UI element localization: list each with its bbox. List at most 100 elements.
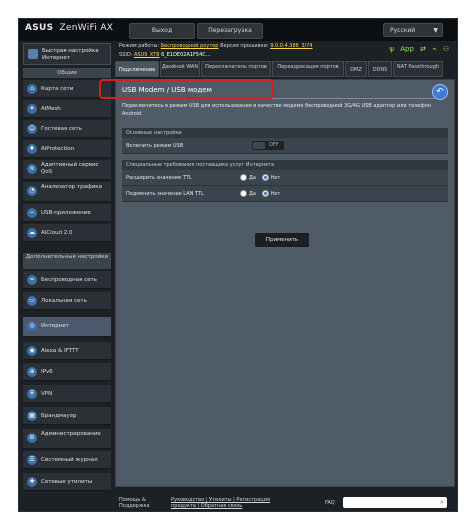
sidebar-item-label: AiProtection xyxy=(41,146,75,152)
yes-label: Да xyxy=(249,175,256,181)
ssid-link-1[interactable]: ASUS_XT8 xyxy=(134,52,160,58)
sidebar-item-administration[interactable]: ⚙ Администрирование xyxy=(23,429,111,449)
sidebar-item-aiprotection[interactable]: ♦ AiProtection xyxy=(23,140,111,158)
sidebar-item-network-map[interactable]: ⌂ Карта сети xyxy=(23,80,111,98)
sidebar-item-label: Интернет xyxy=(41,323,69,329)
sidebar-item-alexa[interactable]: ◉ Alexa & IFTTT xyxy=(23,342,111,360)
extend-ttl-label: Расширить значение TTL xyxy=(126,175,192,181)
usb-status-icon[interactable]: ⌁ xyxy=(432,45,436,53)
language-select[interactable]: Русский ▼ xyxy=(383,23,443,37)
faq-search-input[interactable]: ⌕ xyxy=(343,497,447,508)
usb-modem-panel: USB Modem / USB модем ↶ Переключитесь в … xyxy=(115,79,455,487)
sidebar-item-label: Адаптивный сервис QoS xyxy=(41,162,99,175)
sidebar-item-guest-network[interactable]: ☺ Гостевая сеть xyxy=(23,120,111,138)
sidebar-item-internet[interactable]: ◎ Интернет xyxy=(23,317,111,337)
basic-settings-header: Основные настройки xyxy=(122,128,448,138)
yes-label: Да xyxy=(249,191,256,197)
network-tools-icon: ✚ xyxy=(27,477,37,487)
spoof-ttl-label: Подменить значение LAN TTL xyxy=(126,191,204,197)
top-bar: ASUS ZenWiFi AX Выход Перезагрузка Русски… xyxy=(19,19,457,41)
toggle-state: OFF xyxy=(269,142,279,148)
network-status-icon[interactable]: ⇄ xyxy=(420,45,426,53)
firmware-link[interactable]: 9.0.0.4.386_3/74 xyxy=(270,43,312,49)
advanced-section-header: Дополнительные настройки xyxy=(23,253,111,269)
tab-ddns[interactable]: DDNS xyxy=(368,61,392,77)
alexa-icon: ◉ xyxy=(27,346,37,356)
traffic-analyzer-icon: ◔ xyxy=(27,186,37,196)
sidebar-item-label: Сетевые утилиты xyxy=(41,479,93,485)
help-support-link[interactable]: Помощь & Поддержка xyxy=(119,497,150,509)
ssid-label: SSID: xyxy=(119,52,133,58)
status-row-mode: Режим работы: Беспроводной роутер Версия… xyxy=(119,43,313,49)
chevron-down-icon: ▼ xyxy=(433,27,438,34)
extend-ttl-options: Да Нет xyxy=(240,170,280,186)
sidebar-item-label: Локальная сеть xyxy=(41,298,87,304)
extend-ttl-yes-radio[interactable] xyxy=(240,174,247,181)
sidebar-item-usb-app[interactable]: ⌁ USB-приложение xyxy=(23,204,111,222)
apply-button[interactable]: Применить xyxy=(254,232,310,248)
tab-port-switch[interactable]: Переключатель портов xyxy=(201,61,271,77)
general-section-header: Общие xyxy=(23,68,111,78)
sidebar-item-lan[interactable]: ▭ Локальная сеть xyxy=(23,292,111,310)
sidebar-item-label: Alexa & IFTTT xyxy=(41,348,79,354)
ipv6-icon: ⊕ xyxy=(27,367,37,377)
footer-links-line-2[interactable]: продукта | Обратная связь xyxy=(171,503,242,509)
aiprotection-icon: ♦ xyxy=(27,144,37,154)
usb-app-icon: ⌁ xyxy=(27,208,37,218)
mode-link[interactable]: Беспроводной роутер xyxy=(161,43,219,49)
spoof-ttl-options: Да Нет xyxy=(240,186,280,202)
quick-setup-icon xyxy=(28,49,38,59)
wifi-status-icon[interactable]: ψ xyxy=(389,45,394,53)
tab-port-forwarding[interactable]: Переадресация портов xyxy=(272,61,344,77)
logout-button[interactable]: Выход xyxy=(129,23,195,39)
tab-dual-wan[interactable]: Двойной WAN xyxy=(160,61,200,77)
lan-icon: ▭ xyxy=(27,296,37,306)
tab-connection[interactable]: Подключение xyxy=(115,61,159,77)
sidebar-item-wireless[interactable]: ≈ Беспроводная сеть xyxy=(23,271,111,289)
sidebar-item-system-log[interactable]: ☰ Системный журнал xyxy=(23,451,111,469)
guest-network-icon: ☺ xyxy=(27,124,37,134)
spoof-ttl-yes-radio[interactable] xyxy=(240,190,247,197)
guest-status-icon[interactable]: ⚇ xyxy=(443,45,449,53)
tab-bar: Подключение Двойной WAN Переключатель по… xyxy=(115,61,455,77)
sidebar-item-label: VPN xyxy=(41,391,53,397)
isp-requirements-header: Специальные требования поставщика услуг … xyxy=(122,160,448,170)
wireless-icon: ≈ xyxy=(27,275,37,285)
sidebar-item-firewall[interactable]: ▦ Брандмауэр xyxy=(23,407,111,425)
network-map-icon: ⌂ xyxy=(27,84,37,94)
usb-mode-highlight xyxy=(99,79,274,99)
app-label[interactable]: App xyxy=(400,45,414,53)
sidebar-item-aimesh[interactable]: ✦ AiMesh xyxy=(23,100,111,118)
sidebar-item-label: USB-приложение xyxy=(41,210,91,216)
model-name: ZenWiFi AX xyxy=(59,23,114,33)
administration-icon: ⚙ xyxy=(27,433,37,443)
no-label: Нет xyxy=(270,175,281,181)
sidebar-item-qos[interactable]: ≋ Адаптивный сервис QoS xyxy=(23,160,111,180)
reboot-button[interactable]: Перезагрузка xyxy=(197,23,263,39)
aimesh-icon: ✦ xyxy=(27,104,37,114)
vpn-icon: ⛨ xyxy=(27,389,37,399)
sidebar-item-ipv6[interactable]: ⊕ IPv6 xyxy=(23,363,111,381)
search-icon[interactable]: ⌕ xyxy=(440,497,444,508)
footer-links[interactable]: Руководство | Утилиты | Регистрация прод… xyxy=(171,497,270,509)
sidebar-item-network-tools[interactable]: ✚ Сетевые утилиты xyxy=(23,473,111,491)
internet-icon: ◎ xyxy=(27,321,37,331)
usb-mode-label: Включить режим USB xyxy=(126,143,184,149)
qos-icon: ≋ xyxy=(27,164,37,174)
sidebar-item-aicloud[interactable]: ☁ AiCloud 2.0 xyxy=(23,224,111,242)
sidebar-item-label: Анализатор трафика xyxy=(41,184,102,190)
tab-nat-passthrough[interactable]: NAT Passthrough xyxy=(393,61,443,77)
language-value: Русский xyxy=(390,27,416,34)
spoof-ttl-no-radio[interactable] xyxy=(261,190,269,197)
tab-dmz[interactable]: DMZ xyxy=(345,61,367,77)
sidebar-item-vpn[interactable]: ⛨ VPN xyxy=(23,385,111,403)
extend-ttl-no-radio[interactable] xyxy=(261,174,269,181)
sidebar-item-traffic-analyzer[interactable]: ◔ Анализатор трафика xyxy=(23,182,111,202)
help-line-2: Поддержка xyxy=(119,503,150,509)
status-row-ssid: SSID: ASUS_XT8 6_E1DE02A1F54C... xyxy=(119,52,211,58)
quick-setup-button[interactable]: Быстрая настройка Интернет xyxy=(23,43,111,65)
sidebar-item-label: Администрирование xyxy=(41,431,101,437)
brand-logo: ASUS ZenWiFi AX xyxy=(25,23,113,33)
status-icons: ψ App ⇄ ⌁ ⚇ xyxy=(385,45,449,53)
usb-mode-toggle[interactable]: OFF xyxy=(252,141,284,150)
